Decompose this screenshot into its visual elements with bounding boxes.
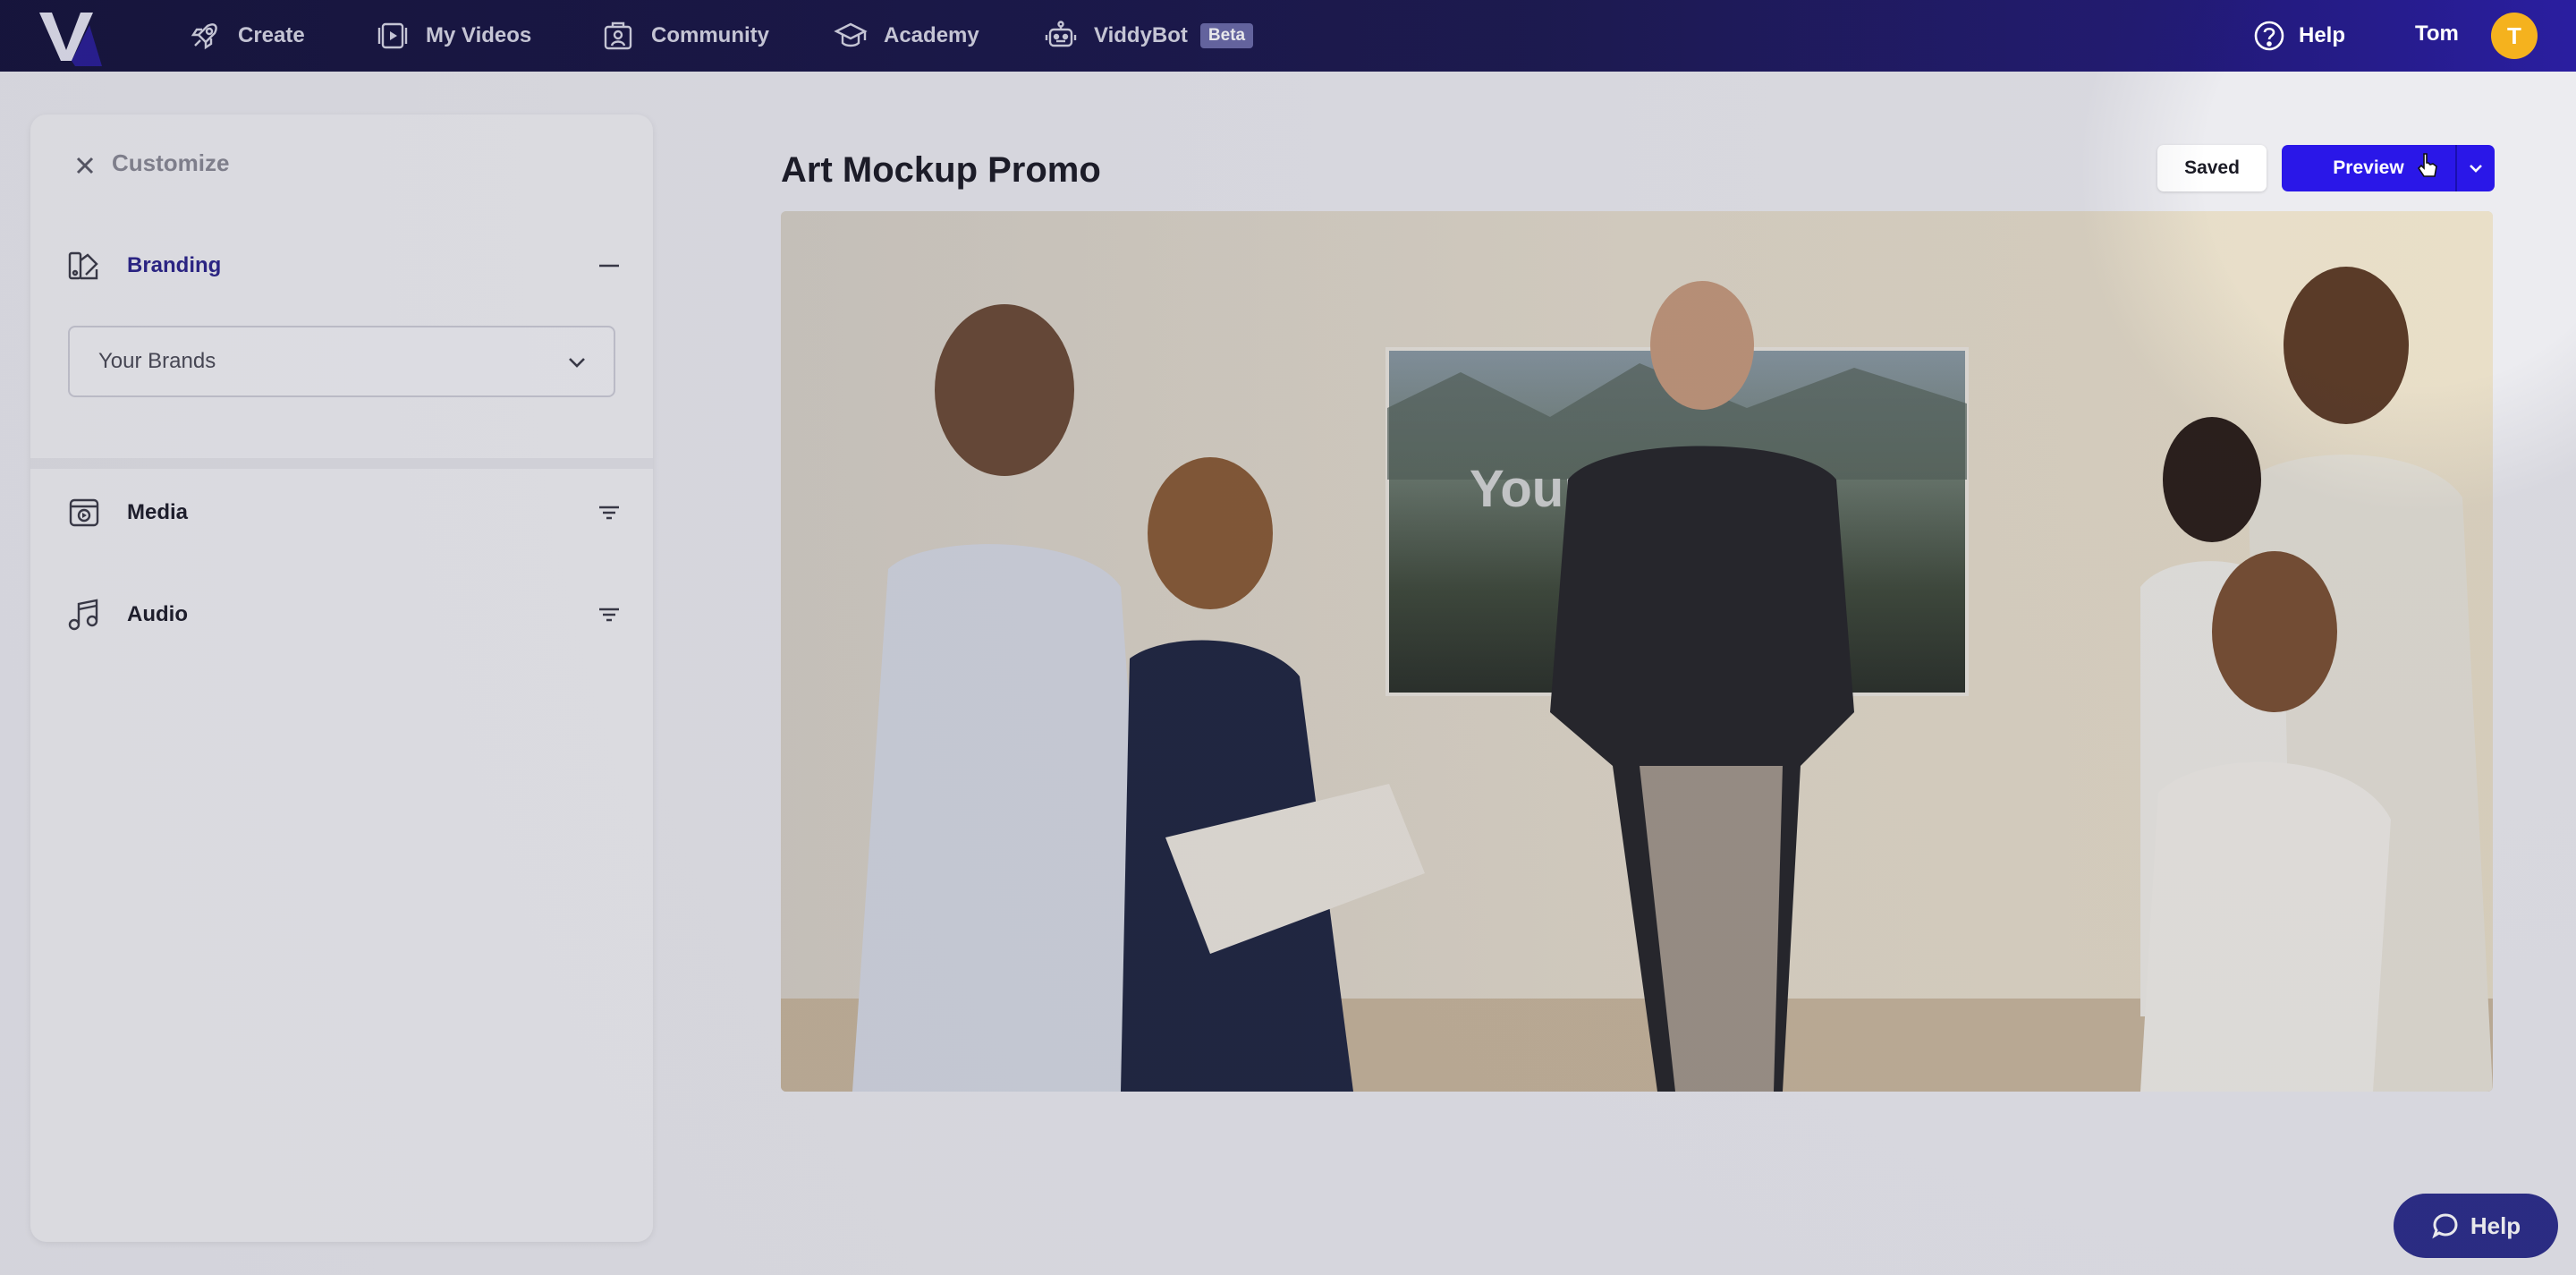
section-branding-label: Branding	[127, 253, 222, 277]
section-branding[interactable]: Branding	[66, 243, 621, 288]
chat-bubble-icon	[2432, 1213, 2458, 1239]
help-link-label: Help	[2299, 23, 2346, 47]
avatar[interactable]: T	[2491, 13, 2538, 59]
chat-help-button[interactable]: Help	[2394, 1194, 2558, 1258]
video-icon	[377, 22, 408, 49]
rocket-icon	[191, 23, 217, 50]
brand-select[interactable]: Your Brands	[68, 326, 615, 397]
robot-icon	[1045, 21, 1077, 47]
nav-create[interactable]: Create	[188, 0, 305, 72]
nav-my-videos-label: My Videos	[426, 23, 532, 47]
music-note-icon	[68, 599, 98, 631]
filter-icon[interactable]	[596, 499, 623, 526]
beta-badge: Beta	[1199, 23, 1254, 48]
graduation-cap-icon	[834, 22, 868, 47]
nav-create-label: Create	[238, 23, 305, 47]
nav-community-label: Community	[651, 23, 769, 47]
section-audio-label: Audio	[127, 602, 188, 626]
community-icon	[604, 21, 632, 50]
nav-academy-label: Academy	[884, 23, 979, 47]
brand-select-value: Your Brands	[98, 349, 216, 373]
nav-community[interactable]: Community	[601, 0, 769, 72]
user-name[interactable]: Tom	[2415, 21, 2459, 47]
section-audio[interactable]: Audio	[66, 592, 621, 637]
nav-academy[interactable]: Academy	[834, 0, 979, 72]
video-poster-image: Your Here	[781, 211, 2493, 1092]
question-circle-icon	[2254, 21, 2284, 51]
help-link[interactable]: Help	[2252, 0, 2345, 72]
filter-icon[interactable]	[596, 601, 623, 628]
close-icon[interactable]	[73, 154, 97, 177]
preview-options-button[interactable]	[2455, 145, 2495, 191]
top-navigation-bar: Create My Videos Community Academy Viddy…	[0, 0, 2576, 72]
viddyard-logo[interactable]	[39, 5, 102, 66]
section-media[interactable]: Media	[66, 490, 621, 535]
chevron-down-icon	[2470, 165, 2482, 173]
media-icon	[69, 498, 99, 527]
chevron-down-icon	[569, 358, 585, 368]
nav-my-videos[interactable]: My Videos	[376, 0, 531, 72]
video-preview[interactable]: Your Here	[781, 211, 2493, 1092]
nav-viddybot-label: ViddyBot	[1094, 23, 1188, 47]
saved-button[interactable]: Saved	[2157, 145, 2267, 191]
customize-title: Customize	[112, 149, 230, 176]
section-divider	[30, 458, 653, 469]
section-media-label: Media	[127, 500, 189, 524]
mouse-pointer-icon	[2417, 153, 2437, 177]
page-title: Art Mockup Promo	[781, 150, 1101, 190]
chat-help-label: Help	[2470, 1211, 2521, 1239]
palette-swatch-icon	[68, 251, 98, 280]
nav-viddybot[interactable]: ViddyBot Beta	[1044, 0, 1254, 72]
collapse-minus-icon[interactable]	[596, 252, 623, 279]
